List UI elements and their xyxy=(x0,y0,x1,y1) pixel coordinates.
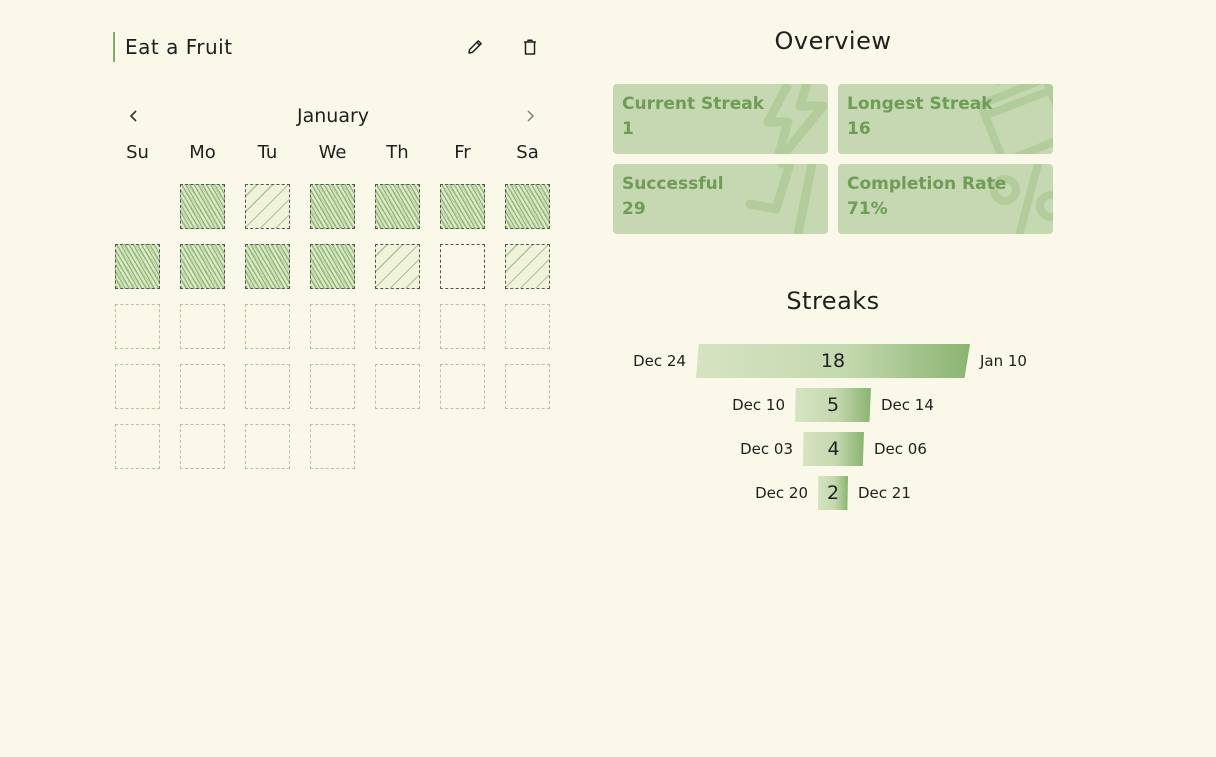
chevron-right-icon xyxy=(527,110,534,122)
day-cell[interactable] xyxy=(180,184,225,229)
overview-title: Overview xyxy=(774,27,892,55)
day-cell[interactable] xyxy=(245,184,290,229)
day-cell[interactable] xyxy=(245,364,290,409)
streak-bar: 5 xyxy=(795,388,871,422)
day-cell[interactable] xyxy=(310,184,355,229)
streak-bar: 4 xyxy=(803,432,864,466)
streaks-title: Streaks xyxy=(786,287,880,315)
stat-label: Current Streak xyxy=(622,94,765,114)
day-cell[interactable] xyxy=(115,244,160,289)
day-cell[interactable] xyxy=(180,424,225,469)
weekday-label: We xyxy=(318,142,347,163)
delete-button[interactable] xyxy=(517,34,543,60)
day-cell[interactable] xyxy=(310,244,355,289)
day-cell[interactable] xyxy=(375,364,420,409)
day-cell[interactable] xyxy=(505,304,550,349)
day-cell[interactable] xyxy=(440,244,485,289)
calendar-nav: January xyxy=(113,100,553,132)
weekday-label: Sa xyxy=(516,142,539,163)
stat-label: Completion Rate xyxy=(847,174,1007,194)
month-label: January xyxy=(296,105,370,127)
day-cell[interactable] xyxy=(375,184,420,229)
day-cell[interactable] xyxy=(180,304,225,349)
day-cell[interactable] xyxy=(180,244,225,289)
stat-card-longest-streak: Longest Streak 16 xyxy=(838,84,1053,154)
day-cell[interactable] xyxy=(505,364,550,409)
day-cell[interactable] xyxy=(310,424,355,469)
check-icon xyxy=(745,164,817,234)
day-cell[interactable] xyxy=(440,304,485,349)
day-cell[interactable] xyxy=(440,184,485,229)
trash-icon xyxy=(524,39,536,55)
weekday-label: Fr xyxy=(454,142,471,163)
stat-card-successful: Successful 29 xyxy=(613,164,828,234)
day-cell[interactable] xyxy=(115,364,160,409)
streak-start-date: Dec 03 xyxy=(740,440,793,458)
day-cell[interactable] xyxy=(180,364,225,409)
weekday-label: Tu xyxy=(257,142,278,163)
pencil-icon xyxy=(468,40,482,54)
day-cell[interactable] xyxy=(245,424,290,469)
weekday-label: Th xyxy=(386,142,409,163)
streak-start-date: Dec 20 xyxy=(755,484,808,502)
stat-value: 1 xyxy=(622,119,634,139)
streak-end-date: Dec 21 xyxy=(858,484,911,502)
stat-value: 29 xyxy=(622,199,646,219)
edit-button[interactable] xyxy=(462,34,488,60)
habit-title: Eat a Fruit xyxy=(113,32,233,62)
stat-label: Longest Streak xyxy=(847,94,993,114)
day-cell[interactable] xyxy=(440,364,485,409)
streak-start-date: Dec 24 xyxy=(633,352,686,370)
weekday-label: Su xyxy=(126,142,149,163)
day-cell[interactable] xyxy=(115,424,160,469)
day-cell[interactable] xyxy=(375,244,420,289)
day-cell[interactable] xyxy=(505,184,550,229)
day-cell[interactable] xyxy=(310,364,355,409)
stat-card-completion-rate: Completion Rate 71% xyxy=(838,164,1053,234)
weekday-label: Mo xyxy=(189,142,216,163)
streak-bar: 2 xyxy=(818,476,848,510)
day-cell[interactable] xyxy=(505,244,550,289)
day-cell[interactable] xyxy=(245,304,290,349)
streak-bar: 18 xyxy=(696,344,970,378)
stat-label: Successful xyxy=(622,174,724,194)
day-cell[interactable] xyxy=(310,304,355,349)
stat-value: 16 xyxy=(847,119,871,139)
streak-end-date: Jan 10 xyxy=(980,352,1027,370)
stat-card-current-streak: Current Streak 1 xyxy=(613,84,828,154)
next-month-button[interactable] xyxy=(518,104,542,128)
day-cell[interactable] xyxy=(245,244,290,289)
streak-end-date: Dec 06 xyxy=(874,440,927,458)
stat-value: 71% xyxy=(847,199,888,219)
day-cell[interactable] xyxy=(115,304,160,349)
day-cell[interactable] xyxy=(375,304,420,349)
streak-end-date: Dec 14 xyxy=(881,396,934,414)
streak-start-date: Dec 10 xyxy=(732,396,785,414)
habit-header: Eat a Fruit xyxy=(113,32,553,62)
